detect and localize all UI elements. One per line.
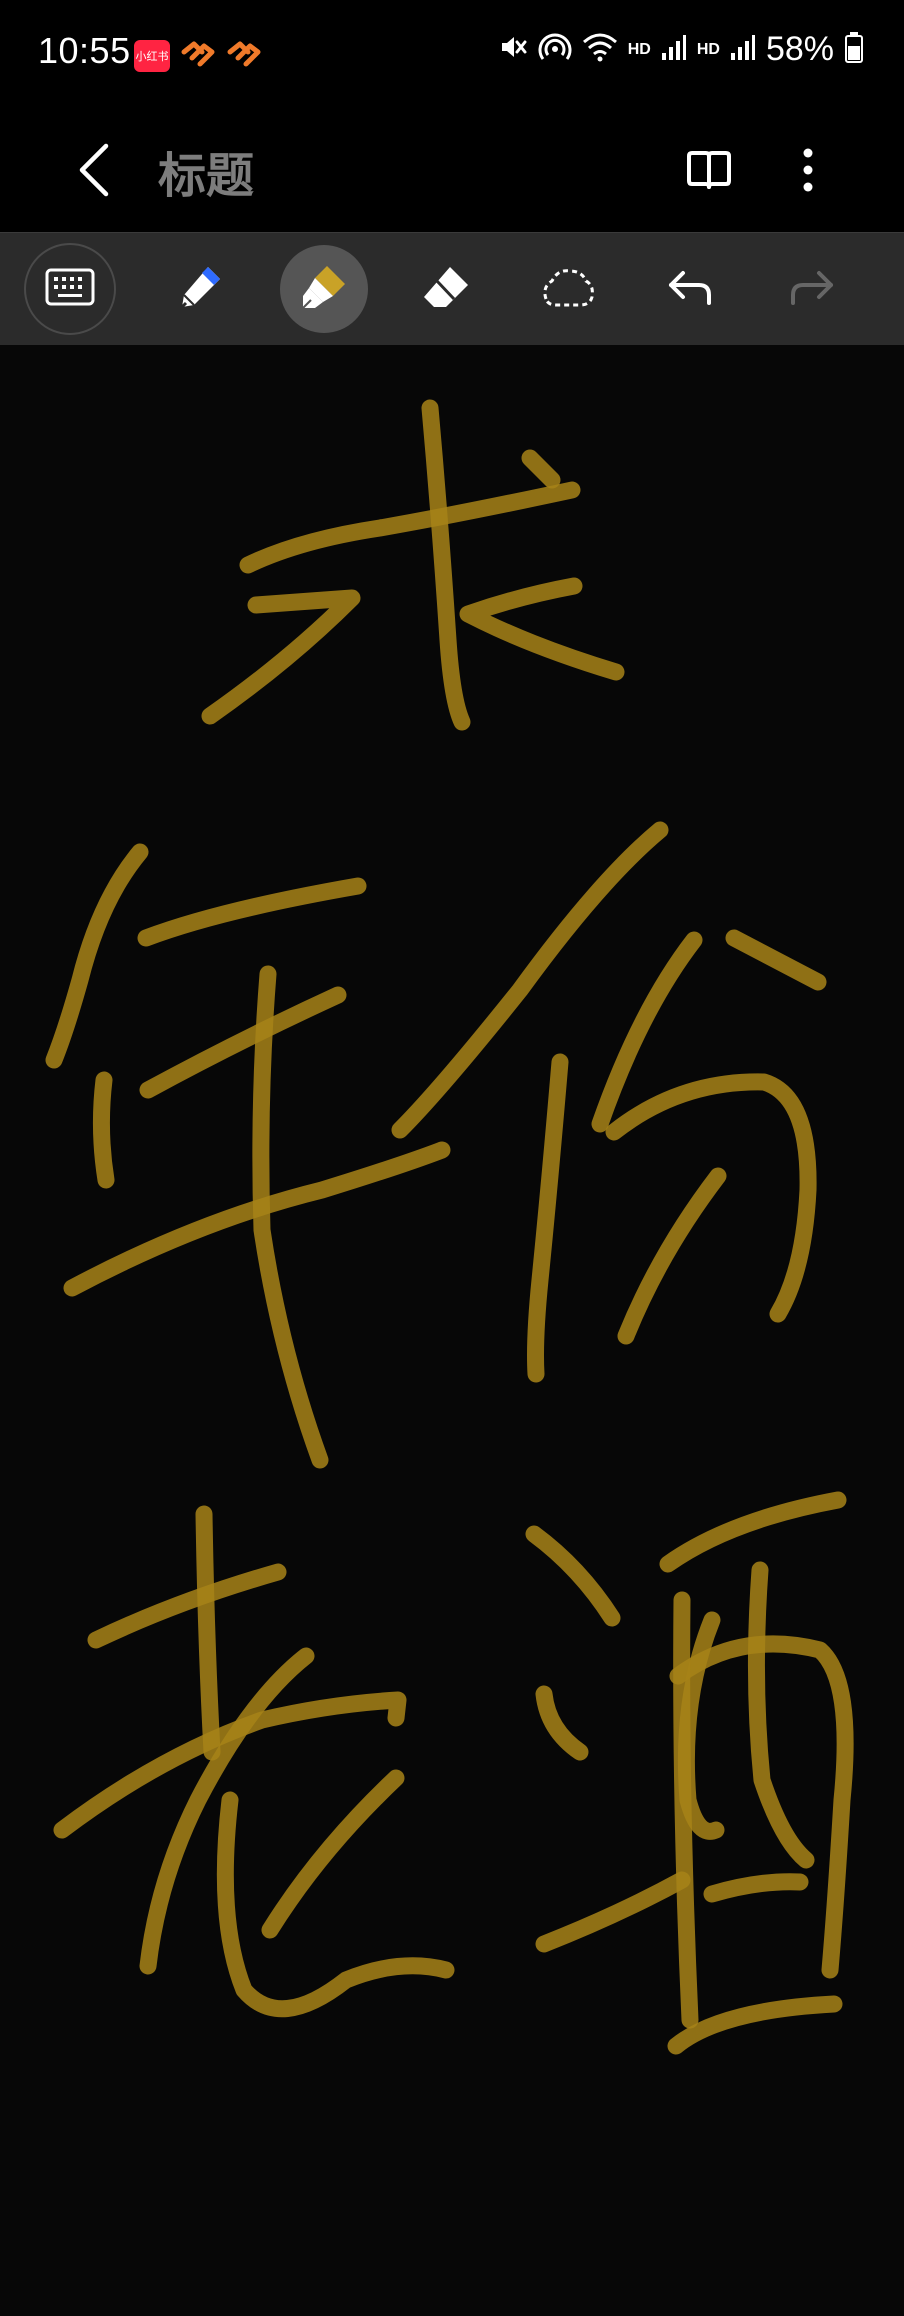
redo-button[interactable] <box>768 245 856 333</box>
more-vertical-icon <box>802 148 814 196</box>
hd-label-2: HD <box>696 40 720 58</box>
keyboard-icon <box>45 268 95 310</box>
ink-stroke <box>45 843 149 1069</box>
undo-button[interactable] <box>646 245 734 333</box>
ink-stroke <box>535 1871 691 1953</box>
drawing-toolbar <box>0 232 904 346</box>
ink-stroke <box>521 449 561 489</box>
back-button[interactable] <box>64 134 124 210</box>
handwriting-strokes <box>45 399 854 2055</box>
status-time: 10:55 <box>38 30 131 71</box>
keyboard-button[interactable] <box>24 243 116 335</box>
battery-percent: 58% <box>765 30 834 68</box>
ink-stroke <box>673 1591 699 2029</box>
ink-stroke <box>725 929 827 991</box>
ink-stroke <box>137 877 367 947</box>
lasso-tool-button[interactable] <box>524 245 612 333</box>
title-bar: 标题 <box>0 112 904 232</box>
heart-outline-icon-2 <box>226 38 262 74</box>
hd-label-1: HD <box>627 40 651 58</box>
ink-stroke <box>747 1561 815 1869</box>
more-options-button[interactable] <box>780 134 836 210</box>
ink-stroke <box>525 1525 621 1627</box>
ink-stroke <box>617 1167 727 1345</box>
ink-stroke <box>667 1995 843 2055</box>
ink-stroke <box>201 589 361 725</box>
ink-stroke <box>421 399 471 731</box>
chevron-left-icon <box>76 142 112 202</box>
mute-icon <box>496 31 528 68</box>
book-icon <box>685 150 733 194</box>
eraser-icon <box>420 263 472 315</box>
ink-stroke <box>139 986 347 1099</box>
wifi-icon <box>582 32 618 67</box>
signal-icon-2 <box>730 33 756 66</box>
ink-stroke <box>87 1563 287 1649</box>
undo-icon <box>667 267 713 311</box>
pen-tool-button[interactable] <box>156 245 244 333</box>
pen-icon <box>174 261 226 317</box>
lasso-icon <box>540 265 596 313</box>
xiaohongshu-app-icon: 小红书 <box>134 40 170 72</box>
hotspot-icon <box>538 31 572 68</box>
signal-icon-1 <box>661 33 687 66</box>
ink-stroke <box>703 1873 809 1903</box>
heart-outline-icon <box>180 38 216 74</box>
ink-stroke <box>459 577 625 681</box>
notification-icons: 小红书 <box>134 38 262 74</box>
battery-icon <box>844 31 864 68</box>
ink-stroke <box>195 1505 221 1761</box>
drawing-canvas[interactable] <box>0 345 904 2316</box>
page-title[interactable]: 标题 <box>158 136 254 206</box>
status-right-icons: HD HD 58% <box>496 30 864 69</box>
ink-stroke <box>659 1491 847 1573</box>
status-bar: 10:55 小红书 HD HD 58% <box>0 0 904 112</box>
ink-stroke <box>535 1685 589 1761</box>
reading-mode-button[interactable] <box>680 134 738 210</box>
ink-stroke <box>239 481 581 574</box>
ink-stroke <box>252 965 329 1469</box>
ink-stroke <box>92 1071 115 1189</box>
redo-icon <box>789 267 835 311</box>
ink-stroke <box>527 1053 569 1383</box>
highlighter-tool-button[interactable] <box>280 245 368 333</box>
ink-layer <box>45 399 854 2055</box>
eraser-tool-button[interactable] <box>402 245 490 333</box>
highlighter-icon <box>297 260 351 318</box>
ink-stroke <box>261 1769 405 1939</box>
